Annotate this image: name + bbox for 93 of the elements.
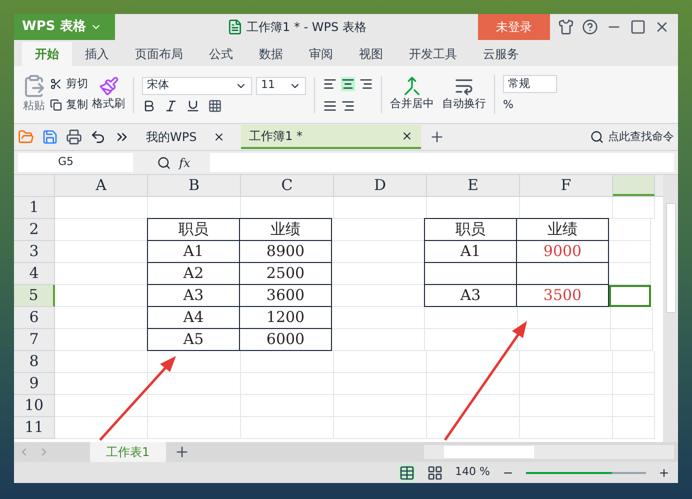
search-icon: [590, 130, 604, 144]
empty-cell: [609, 219, 651, 241]
column-header[interactable]: E: [427, 175, 520, 196]
vertical-scrollbar[interactable]: [663, 175, 678, 442]
document-tab[interactable]: 我的WPS: [138, 125, 233, 149]
row-header[interactable]: 11: [14, 417, 55, 439]
column-header[interactable]: B: [148, 175, 241, 196]
window-title: 工作簿1 * - WPS 表格: [246, 19, 366, 36]
table-cell: 3500: [516, 284, 609, 307]
underline-icon[interactable]: [186, 98, 200, 112]
align-right-icon[interactable]: [341, 98, 355, 112]
help-icon[interactable]: [582, 19, 598, 35]
merge-center-button[interactable]: 合并居中: [390, 76, 434, 113]
close-tab-icon[interactable]: [213, 131, 225, 143]
document-icon: [226, 19, 243, 35]
row-header[interactable]: 3: [14, 241, 55, 263]
ribbon-tab[interactable]: 开始: [22, 42, 72, 66]
number-format-field[interactable]: 常规: [503, 75, 557, 94]
ribbon-tab[interactable]: 云服务: [470, 42, 532, 66]
horizontal-scrollbar[interactable]: [424, 445, 674, 459]
table-cell: 职员: [147, 218, 240, 241]
function-button[interactable]: fx: [179, 154, 190, 172]
table-cell: A3: [424, 284, 517, 307]
merge-icon: [402, 76, 422, 96]
ribbon-tab[interactable]: 插入: [72, 42, 122, 66]
row-header[interactable]: 5: [14, 285, 55, 307]
maximize-icon[interactable]: [630, 19, 646, 35]
row-header[interactable]: 4: [14, 263, 55, 285]
empty-cell: [609, 263, 651, 285]
add-sheet-icon[interactable]: [174, 444, 190, 460]
zoom-in-icon[interactable]: [658, 466, 670, 478]
ribbon-tab[interactable]: 视图: [346, 42, 396, 66]
format-painter-button[interactable]: 格式刷: [92, 76, 125, 113]
justify-icon[interactable]: [323, 98, 337, 112]
empty-cell: [613, 373, 655, 395]
ribbon-tab[interactable]: 数据: [246, 42, 296, 66]
percent-button[interactable]: %: [503, 97, 557, 114]
column-header[interactable]: [613, 175, 655, 196]
undo-icon[interactable]: [90, 129, 106, 145]
save-icon[interactable]: [42, 129, 58, 145]
row-header[interactable]: 9: [14, 373, 55, 395]
copy-button[interactable]: 复制: [50, 96, 88, 113]
zoom-level: 140 %: [455, 464, 490, 480]
document-tab[interactable]: 工作簿1 *: [241, 125, 421, 149]
empty-cell: [611, 329, 653, 351]
border-icon[interactable]: [208, 98, 222, 112]
row-header[interactable]: 2: [14, 219, 55, 241]
row-header[interactable]: 10: [14, 395, 55, 417]
empty-cell: [613, 417, 655, 439]
normal-view-icon[interactable]: [399, 464, 416, 480]
ribbon-tab[interactable]: 公式: [196, 42, 246, 66]
skin-icon[interactable]: [558, 19, 574, 35]
row-header[interactable]: 6: [14, 307, 55, 329]
paste-label[interactable]: 粘贴: [23, 98, 45, 115]
brush-icon: [98, 76, 118, 96]
table-cell: 职员: [424, 218, 517, 241]
italic-icon[interactable]: [164, 98, 178, 112]
sheet-tab[interactable]: 工作表1: [90, 442, 166, 462]
ribbon-tab[interactable]: 开发工具: [396, 42, 470, 66]
selected-cell: [609, 285, 651, 307]
table-cell: A5: [147, 328, 240, 351]
page-view-icon[interactable]: [427, 464, 444, 480]
ribbon-tab[interactable]: 审阅: [296, 42, 346, 66]
command-search[interactable]: 点此查找命令: [590, 128, 674, 146]
align-right-icon[interactable]: [359, 76, 373, 90]
table-cell: 6000: [239, 328, 332, 351]
new-tab-icon[interactable]: [429, 129, 445, 145]
empty-cell: [613, 351, 655, 373]
close-tab-icon[interactable]: [401, 130, 413, 142]
cut-button[interactable]: 剪切: [50, 76, 88, 92]
align-center-icon[interactable]: [341, 76, 355, 90]
scissors-icon: [50, 78, 62, 90]
font-size-field[interactable]: 11: [256, 76, 306, 94]
font-field[interactable]: 宋体: [142, 76, 252, 94]
copy-icon: [50, 98, 62, 111]
row-header[interactable]: 8: [14, 351, 55, 373]
column-header[interactable]: D: [334, 175, 427, 196]
empty-cell: [613, 395, 655, 417]
empty-cell: [609, 241, 651, 263]
wrap-text-button[interactable]: 自动换行: [442, 76, 486, 113]
table-cell: 业绩: [516, 218, 609, 241]
bold-icon[interactable]: [142, 98, 156, 112]
row-header[interactable]: 7: [14, 329, 55, 351]
column-header[interactable]: C: [241, 175, 334, 196]
row-header[interactable]: 1: [14, 197, 55, 219]
column-header[interactable]: A: [55, 175, 148, 196]
align-left-icon[interactable]: [323, 76, 337, 90]
zoom-icon[interactable]: [157, 156, 171, 170]
ribbon-tab[interactable]: 页面布局: [122, 42, 196, 66]
table-cell: 业绩: [239, 218, 332, 241]
empty-cell: [611, 307, 653, 329]
name-box[interactable]: G5: [18, 153, 133, 172]
print-icon[interactable]: [66, 129, 82, 145]
